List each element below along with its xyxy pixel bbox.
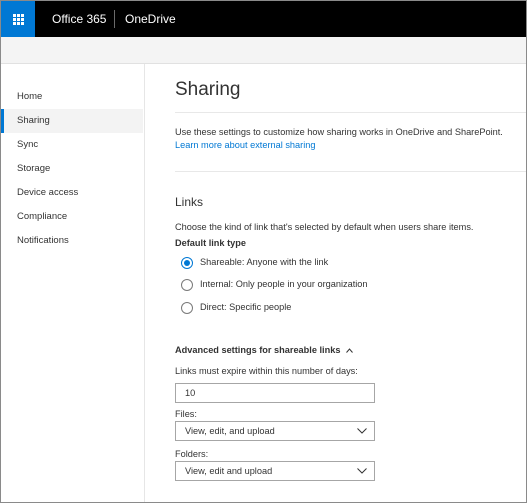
brand-link[interactable]: Office 365 (52, 1, 106, 37)
window-frame: Office 365 OneDrive Home Sharing Sync St… (0, 0, 527, 503)
radio-label: Internal: Only people in your organizati… (200, 279, 368, 289)
sidebar-item-label: Home (17, 91, 43, 102)
title-divider (175, 112, 526, 113)
radio-button[interactable] (181, 257, 193, 269)
sidebar-item-label: Compliance (17, 211, 68, 222)
files-label: Files: (175, 409, 197, 419)
top-bar: Office 365 OneDrive (1, 1, 526, 37)
sidebar-item-label: Notifications (17, 235, 69, 246)
sidebar-item-label: Sharing (17, 115, 50, 126)
dropdown-value: View, edit and upload (185, 466, 273, 476)
app-launcher-icon[interactable] (1, 1, 35, 37)
advanced-settings-title: Advanced settings for shareable links (175, 345, 341, 355)
sidebar-item-label: Storage (17, 163, 51, 174)
sidebar-item-compliance[interactable]: Compliance (1, 205, 143, 229)
links-section-title: Links (175, 195, 204, 209)
left-navigation: Home Sharing Sync Storage Device access … (1, 64, 145, 502)
folders-label: Folders: (175, 449, 209, 459)
advanced-settings-toggle[interactable]: Advanced settings for shareable links (175, 345, 353, 355)
expiry-label: Links must expire within this number of … (175, 366, 358, 376)
sidebar-item-sync[interactable]: Sync (1, 133, 143, 157)
section-divider (175, 171, 526, 172)
app-name[interactable]: OneDrive (125, 1, 176, 37)
radio-label: Direct: Specific people (200, 302, 292, 312)
sidebar-item-sharing[interactable]: Sharing (1, 109, 143, 133)
sidebar-item-storage[interactable]: Storage (1, 157, 143, 181)
chevron-down-icon (357, 468, 367, 474)
radio-label: Shareable: Anyone with the link (200, 257, 329, 267)
radio-button[interactable] (181, 279, 193, 291)
sidebar-item-label: Device access (17, 187, 79, 198)
sidebar-item-home[interactable]: Home (1, 85, 143, 109)
topbar-divider (114, 10, 115, 28)
sidebar-item-label: Sync (17, 139, 39, 150)
chevron-up-icon (346, 348, 353, 353)
sub-header-bar (1, 37, 526, 64)
links-description: Choose the kind of link that's selected … (175, 222, 474, 232)
folders-permission-dropdown[interactable]: View, edit and upload (175, 461, 375, 481)
expiry-days-input[interactable]: 10 (175, 383, 375, 403)
sharing-description: Use these settings to customize how shar… (175, 127, 503, 137)
dropdown-value: View, edit, and upload (185, 426, 275, 436)
default-link-type-label: Default link type (175, 238, 246, 248)
main-content: Sharing Use these settings to customize … (144, 64, 526, 502)
sidebar-item-device-access[interactable]: Device access (1, 181, 143, 205)
learn-more-link[interactable]: Learn more about external sharing (175, 140, 315, 150)
files-permission-dropdown[interactable]: View, edit, and upload (175, 421, 375, 441)
radio-button[interactable] (181, 302, 193, 314)
sidebar-item-notifications[interactable]: Notifications (1, 229, 143, 253)
chevron-down-icon (357, 428, 367, 434)
page-title: Sharing (175, 79, 241, 100)
